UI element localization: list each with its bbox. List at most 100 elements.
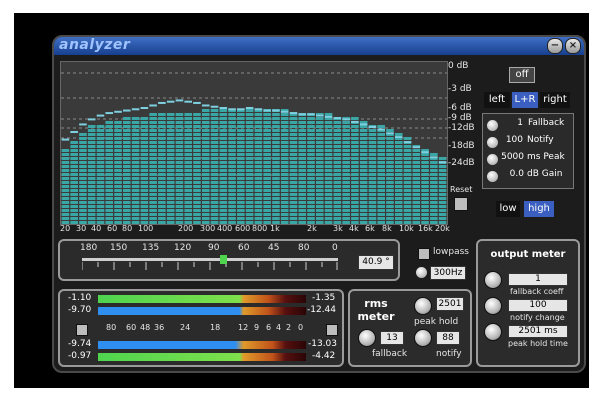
spectrum-bar-segment — [316, 209, 324, 212]
channel-right-button[interactable]: right — [540, 92, 570, 108]
spectrum-peak — [201, 104, 210, 107]
spectrum-bar-segment — [193, 145, 201, 148]
spectrum-bar-segment — [175, 209, 184, 212]
spectrum-bar-segment — [377, 205, 385, 208]
fallback-coeff-value[interactable]: 1 — [508, 273, 568, 286]
spectrum-bar-segment — [79, 213, 87, 216]
spectrum-bar-segment — [184, 177, 192, 180]
spectrum-bar-segment — [158, 161, 166, 164]
channel-lr-button[interactable]: L+R — [512, 92, 538, 108]
spectrum-bar-segment — [228, 133, 236, 136]
peak-hold-value[interactable]: 2501 — [436, 297, 464, 311]
close-icon[interactable]: × — [565, 38, 581, 54]
peak-knob[interactable] — [487, 154, 498, 165]
spectrum-peak — [333, 117, 342, 120]
spectrum-bar-segment — [245, 181, 254, 184]
notify-rms-knob[interactable] — [414, 329, 432, 347]
spectrum-bar-segment — [368, 213, 377, 216]
spectrum-bar-segment — [403, 145, 412, 148]
spectrum-bar-segment — [324, 129, 333, 132]
spectrum-bar-segment — [254, 141, 263, 144]
spectrum-bar-segment — [131, 209, 140, 212]
spectrum-bar-segment — [351, 197, 359, 200]
spectrum-bar-segment — [359, 165, 368, 168]
peak-hold-knob[interactable] — [414, 297, 432, 315]
resolution-high-button[interactable]: high — [524, 201, 554, 217]
spectrum-bar-segment — [79, 173, 87, 176]
meter-left-button[interactable] — [76, 324, 88, 336]
spectrum-bar-segment — [166, 185, 175, 188]
notify-knob[interactable] — [487, 137, 498, 148]
gain-knob[interactable] — [487, 171, 498, 182]
spectrum-bar-segment — [351, 125, 359, 128]
spectrum-bar-segment — [123, 181, 131, 184]
lowpass-knob[interactable] — [416, 267, 427, 278]
spectrum-bar-segment — [342, 201, 350, 204]
spectrum-bar-segment — [342, 213, 350, 216]
spectrum-peak — [386, 132, 394, 135]
fallback-knob[interactable] — [487, 120, 498, 131]
spectrum-bar-segment — [359, 137, 368, 140]
spectrum-bar-segment — [263, 133, 271, 136]
spectrum-bar-segment — [263, 185, 271, 188]
peak-hold-time-value[interactable]: 2501 ms — [508, 325, 568, 338]
spectrum-bar-segment — [96, 129, 105, 132]
spectrum-bar-segment — [184, 153, 192, 156]
peak-hold-time-knob[interactable] — [484, 323, 502, 341]
spectrum-bar-segment — [316, 157, 324, 160]
spectrum-bar-segment — [166, 201, 175, 204]
spectrum-bar-segment — [228, 177, 236, 180]
level-meter-4 — [98, 353, 306, 361]
fallback-rms-value[interactable]: 13 — [380, 331, 404, 345]
spectrum-bar-segment — [307, 165, 315, 168]
correlation-marker[interactable] — [220, 255, 227, 264]
spectrum-bar-segment — [298, 153, 307, 156]
channel-left-button[interactable]: left — [484, 92, 510, 108]
spectrum-bar-segment — [394, 193, 403, 196]
spectrum-bar-segment — [237, 189, 245, 192]
level-meter-3 — [98, 341, 306, 349]
spectrum-bar-segment — [368, 129, 377, 132]
spectrum-bar-segment — [61, 177, 70, 180]
spectrum-bar-segment — [298, 201, 307, 204]
fallback-coeff-knob[interactable] — [484, 271, 502, 289]
lowpass-checkbox[interactable] — [418, 248, 430, 260]
spectrum-bar-segment — [280, 213, 289, 216]
spectrum-bar-segment — [394, 189, 403, 192]
spectrum-bar-segment — [377, 153, 385, 156]
spectrum-bar-segment — [342, 169, 350, 172]
meter-scale-label: 12 — [238, 323, 249, 332]
spectrum-bar-segment — [237, 137, 245, 140]
spectrum-bar-segment — [114, 205, 122, 208]
minimize-icon[interactable]: − — [547, 38, 563, 54]
spectrum-bar-segment — [193, 209, 201, 212]
spectrum-bar-segment — [114, 165, 122, 168]
spectrum-bar-segment — [79, 201, 87, 204]
spectrum-bar-segment — [79, 157, 87, 160]
spectrum-bar-segment — [140, 149, 149, 152]
notify-change-knob[interactable] — [484, 297, 502, 315]
spectrum-bar-segment — [105, 121, 114, 124]
spectrum-bar-segment — [298, 165, 307, 168]
spectrum-bar-segment — [263, 117, 271, 120]
spectrum-bar-segment — [245, 153, 254, 156]
spectrum-bar-segment — [210, 189, 219, 192]
meter-right-button[interactable] — [326, 324, 338, 336]
spectrum-bar-segment — [123, 141, 131, 144]
title-bar[interactable]: analyzer − × — [54, 37, 584, 55]
resolution-low-button[interactable]: low — [496, 201, 520, 217]
spectrum-bar-segment — [421, 201, 429, 204]
spectrum-bar-segment — [324, 153, 333, 156]
spectrum-bar-segment — [438, 205, 447, 208]
spectrum-bar-segment — [254, 201, 263, 204]
spectrum-bar-segment — [351, 157, 359, 160]
spectrum-bar-segment — [298, 157, 307, 160]
spectrum-bar-segment — [219, 121, 228, 124]
fallback-rms-knob[interactable] — [358, 329, 376, 347]
off-button[interactable]: off — [509, 67, 535, 83]
notify-rms-value[interactable]: 88 — [436, 331, 460, 345]
reset-button[interactable] — [454, 197, 468, 211]
notify-change-value[interactable]: 100 — [508, 299, 568, 312]
spectrum-bar-segment — [237, 213, 245, 216]
spectrum-peak — [412, 146, 421, 149]
